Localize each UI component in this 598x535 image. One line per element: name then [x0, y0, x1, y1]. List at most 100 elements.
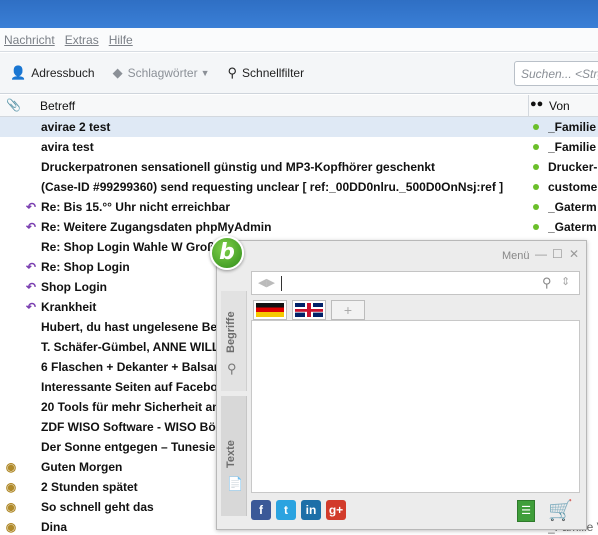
- flag-english-tab[interactable]: [292, 300, 326, 320]
- unread-dot-icon[interactable]: [533, 204, 539, 210]
- message-subject: Krankheit: [41, 300, 97, 314]
- message-subject: avira test: [41, 140, 94, 154]
- app-logo[interactable]: b: [210, 236, 244, 270]
- update-icon[interactable]: ⇕: [561, 275, 570, 288]
- message-subject: avirae 2 test: [41, 120, 111, 134]
- quickfilter-label: Schnellfilter: [242, 66, 305, 80]
- menu-item-message[interactable]: Nachricht: [4, 33, 55, 47]
- unread-dot-icon[interactable]: [533, 164, 539, 170]
- message-subject: ZDF WISO Software - WISO Bör: [41, 420, 221, 434]
- message-subject: Interessante Seiten auf Faceboo: [41, 380, 226, 394]
- window-titlebar: [0, 0, 598, 28]
- widget-sidebar: Begriffe ⚲ Texte 📄: [221, 291, 247, 521]
- widget-menu-button[interactable]: Menü: [502, 250, 530, 262]
- add-language-button[interactable]: +: [331, 300, 365, 320]
- from-column-header[interactable]: Von: [549, 99, 570, 113]
- table-row[interactable]: Druckerpatronen sensationell günstig und…: [0, 157, 598, 177]
- reply-arrow-icon: ↶: [25, 280, 37, 294]
- message-subject: Dina: [41, 520, 68, 534]
- history-arrows-icon[interactable]: ◀▶: [258, 276, 275, 289]
- message-list-header: 📎 Betreff ●● Von: [0, 95, 598, 117]
- maximize-icon[interactable]: ☐: [552, 247, 563, 261]
- message-subject: Re: Shop Login: [41, 260, 130, 274]
- message-subject: So schnell geht das: [41, 500, 154, 514]
- search-input[interactable]: Suchen... <Strg: [514, 61, 598, 86]
- unread-dot-icon[interactable]: [533, 144, 539, 150]
- message-sender: _Familie V: [548, 140, 598, 154]
- search-icon[interactable]: ⚲: [542, 275, 552, 291]
- minimize-icon[interactable]: —: [535, 247, 547, 261]
- reply-arrow-icon: ↶: [25, 260, 37, 274]
- message-subject: Re: Bis 15.°° Uhr nicht erreichbar: [41, 200, 230, 214]
- flag-german-tab[interactable]: [253, 300, 287, 320]
- message-sender: _Familie V: [548, 120, 598, 134]
- column-divider: [528, 95, 529, 117]
- table-row[interactable]: (Case-ID #99299360) send requesting uncl…: [0, 177, 598, 197]
- addressbook-button[interactable]: 👤 Adressbuch: [10, 65, 95, 81]
- tag-icon: ◆: [112, 65, 123, 80]
- table-row[interactable]: avirae 2 test _Familie V: [0, 117, 598, 137]
- message-subject: Re: Shop Login Wahle W Groß: [41, 240, 215, 254]
- german-flag-icon: [256, 303, 284, 317]
- search-icon: ⚲: [227, 361, 237, 376]
- message-subject: 6 Flaschen + Dekanter + Balsam: [41, 360, 225, 374]
- attachment-icon: ◉: [5, 520, 17, 534]
- close-icon[interactable]: ✕: [569, 247, 579, 261]
- message-subject: Shop Login: [41, 280, 107, 294]
- thread-column-icon[interactable]: ●●: [530, 98, 543, 110]
- toolbar: 👤 Adressbuch ◆ Schlagwörter ▼ ⚲ Schnellf…: [0, 53, 598, 94]
- unread-dot-icon[interactable]: [533, 224, 539, 230]
- person-icon: 👤: [10, 65, 27, 80]
- message-subject: 2 Stunden spätet: [41, 480, 138, 494]
- message-subject: Hubert, du hast ungelesene Ber: [41, 320, 222, 334]
- uk-flag-icon: [295, 303, 323, 317]
- attachment-icon: ◉: [5, 460, 17, 474]
- magnifier-icon: ⚲: [227, 65, 238, 80]
- message-sender: Drucker-: [548, 160, 598, 174]
- document-green-icon[interactable]: ☰: [517, 500, 535, 522]
- attachment-icon: ◉: [5, 500, 17, 514]
- table-row[interactable]: ↶ Re: Bis 15.°° Uhr nicht erreichbar _Gate…: [0, 197, 598, 217]
- message-sender: custome: [548, 180, 598, 194]
- twitter-icon[interactable]: t: [276, 500, 296, 520]
- reply-arrow-icon: ↶: [25, 200, 37, 214]
- facebook-icon[interactable]: f: [251, 500, 271, 520]
- attachment-icon: ◉: [5, 480, 17, 494]
- message-subject: Druckerpatronen sensationell günstig und…: [41, 160, 436, 174]
- menu-item-help[interactable]: Hilfe: [109, 33, 133, 47]
- message-sender: _Gaterm: [548, 220, 597, 234]
- tab-texts-label: Texte: [225, 440, 237, 468]
- attachment-column-icon[interactable]: 📎: [6, 98, 21, 112]
- tags-button[interactable]: ◆ Schlagwörter ▼: [113, 65, 210, 81]
- google-plus-icon[interactable]: g+: [326, 500, 346, 520]
- chevron-down-icon: ▼: [200, 68, 210, 78]
- document-icon: 📄: [227, 476, 244, 491]
- unread-dot-icon[interactable]: [533, 124, 539, 130]
- message-subject: Re: Weitere Zugangsdaten phpMyAdmin: [41, 220, 272, 234]
- reply-arrow-icon: ↶: [25, 220, 37, 234]
- menu-item-extras[interactable]: Extras: [65, 33, 99, 47]
- widget-content-area[interactable]: [251, 320, 580, 493]
- message-subject: T. Schäfer-Gümbel, ANNE WILL: [41, 340, 220, 354]
- message-subject: Guten Morgen: [41, 460, 123, 474]
- unread-dot-icon[interactable]: [533, 184, 539, 190]
- widget-search-input[interactable]: ◀▶ ⚲ ⇕: [251, 271, 580, 295]
- widget-footer: f t in g+ ☰ 🛒: [251, 499, 580, 525]
- message-subject: Der Sonne entgegen – Tunesier: [41, 440, 221, 454]
- addressbook-label: Adressbuch: [31, 66, 95, 80]
- translation-widget: Menü — ☐ ✕ Begriffe ⚲ Texte 📄 ◀▶ ⚲ ⇕ + f…: [216, 240, 587, 530]
- table-row[interactable]: avira test _Familie V: [0, 137, 598, 157]
- tab-texts[interactable]: Texte 📄: [221, 396, 247, 516]
- subject-column-header[interactable]: Betreff: [40, 99, 75, 113]
- tags-label: Schlagwörter: [127, 66, 198, 80]
- tab-terms[interactable]: Begriffe ⚲: [221, 291, 247, 391]
- message-sender: _Gaterm: [548, 200, 597, 214]
- linkedin-icon[interactable]: in: [301, 500, 321, 520]
- cart-icon[interactable]: 🛒: [548, 498, 573, 523]
- language-tabs: +: [253, 300, 370, 320]
- tab-terms-label: Begriffe: [225, 311, 237, 353]
- table-row[interactable]: ↶ Re: Weitere Zugangsdaten phpMyAdmin _Gat…: [0, 217, 598, 237]
- menu-bar: Nachricht Extras Hilfe: [0, 28, 598, 52]
- reply-arrow-icon: ↶: [25, 300, 37, 314]
- quickfilter-button[interactable]: ⚲ Schnellfilter: [228, 65, 305, 81]
